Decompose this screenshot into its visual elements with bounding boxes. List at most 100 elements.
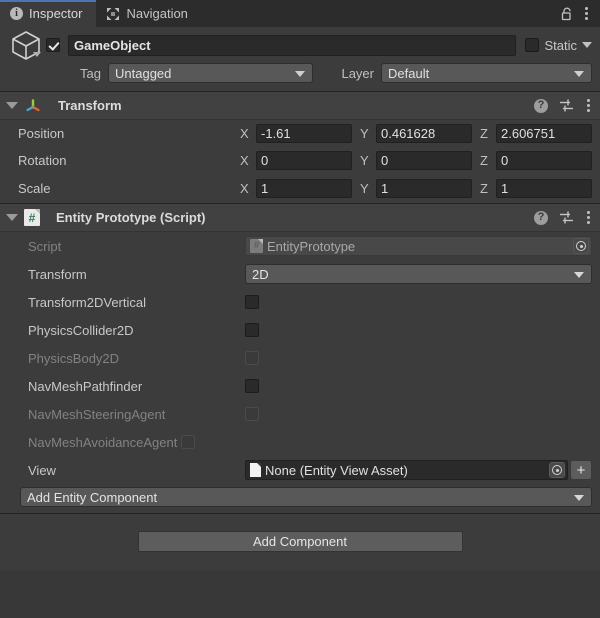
preset-settings-icon[interactable] [559,98,574,113]
axis-label-x: X [240,153,249,168]
rotation-x: X 0 [240,151,360,170]
scale-x: X 1 [240,179,360,198]
chevron-down-icon[interactable] [33,52,41,57]
transform-scale-row: Scale X 1 Y 1 Z 1 [0,174,600,203]
scale-label: Scale [18,181,51,196]
transform-gizmo-icon [24,97,42,115]
gameobject-header: GameObject Static Tag Untagged Layer Def… [0,27,600,92]
script-object-field: # EntityPrototype [245,236,592,256]
help-icon[interactable]: ? [534,210,548,225]
transform-position-row: Position X -1.61 Y 0.461628 Z 2.606751 [0,120,600,147]
tag-value: Untagged [115,65,172,81]
toggle-label: PhysicsBody2D [28,350,120,366]
static-label: Static [544,37,577,53]
toggle-checkbox[interactable] [245,379,259,393]
gameobject-enabled-checkbox[interactable] [46,38,60,52]
rotation-x-input[interactable]: 0 [256,151,352,170]
view-label: View [28,462,56,478]
rotation-y-input[interactable]: 0 [376,151,472,170]
gameobject-name-input[interactable]: GameObject [68,34,517,56]
axis-label-y: Y [360,181,369,196]
navigation-icon [106,7,120,21]
rotation-label: Rotation [18,153,67,168]
toggle-checkbox[interactable] [245,323,259,337]
scale-z: Z 1 [480,179,600,198]
tab-navigation[interactable]: Navigation [96,0,201,27]
kebab-menu-icon[interactable] [585,211,592,224]
tag-dropdown[interactable]: Untagged [108,63,313,83]
view-value: None (Entity View Asset) [265,462,408,478]
add-view-button[interactable]: + [570,460,592,480]
add-entity-component-dropdown[interactable]: Add Entity Component [20,487,592,507]
static-group: Static [525,38,594,53]
cube-icon[interactable] [6,29,46,63]
add-entity-component-row: Add Entity Component [0,484,600,513]
layer-value: Default [388,65,430,81]
foldout-arrow-icon[interactable] [6,214,18,221]
position-label: Position [18,126,65,141]
script-label: Script [28,238,62,254]
toggle-row-physicscollider2d: PhysicsCollider2D [0,316,600,344]
static-checkbox[interactable] [525,38,540,52]
transform-title: Transform [58,98,122,113]
position-y: Y 0.461628 [360,124,480,143]
foldout-arrow-icon[interactable] [6,102,18,109]
cs-script-icon: # [24,209,40,226]
position-z: Z 2.606751 [480,124,600,143]
scale-z-input[interactable]: 1 [496,179,592,198]
toggle-label: PhysicsCollider2D [28,322,134,338]
scale-x-input[interactable]: 1 [256,179,352,198]
axis-label-y: Y [360,153,369,168]
kebab-menu-icon[interactable] [583,7,590,20]
toggle-row-transform2dvertical: Transform2DVertical [0,288,600,316]
chevron-down-icon [574,272,584,278]
tab-bar-spacer [202,0,561,27]
entity-transform-dropdown[interactable]: 2D [245,264,592,284]
tag-layer-row: Tag Untagged Layer Default [6,62,594,84]
cs-script-icon: # [250,239,263,253]
position-z-input[interactable]: 2.606751 [496,124,592,143]
toggle-checkbox [245,407,259,421]
tab-inspector[interactable]: i Inspector [0,0,97,27]
footer: Add Component [0,514,600,571]
view-object-field[interactable]: None (Entity View Asset) [245,460,568,480]
axis-label-z: Z [480,126,488,141]
help-icon[interactable]: ? [534,98,548,113]
transform-rotation-row: Rotation X 0 Y 0 Z 0 [0,147,600,174]
toggle-row-navmeshavoidanceagent: NavMeshAvoidanceAgent [0,428,600,456]
position-x: X -1.61 [240,124,360,143]
static-chevron-down-icon[interactable] [582,42,592,48]
kebab-menu-icon[interactable] [585,99,592,112]
entity-prototype-title: Entity Prototype (Script) [56,210,206,225]
preset-settings-icon[interactable] [559,210,574,225]
axis-label-z: Z [480,153,488,168]
toggle-label: NavMeshAvoidanceAgent [28,434,178,450]
position-x-input[interactable]: -1.61 [256,124,352,143]
rotation-y: Y 0 [360,151,480,170]
layer-dropdown[interactable]: Default [381,63,592,83]
scale-y-input[interactable]: 1 [376,179,472,198]
toggle-label: Transform2DVertical [28,294,146,310]
view-row: View None (Entity View Asset) + [0,456,600,484]
rotation-z: Z 0 [480,151,600,170]
toggle-checkbox[interactable] [245,295,259,309]
toggle-row-physicsbody2d: PhysicsBody2D [0,344,600,372]
object-picker-icon[interactable] [573,238,589,254]
toggle-label: NavMeshPathfinder [28,378,143,394]
axis-label-x: X [240,126,249,141]
add-component-button[interactable]: Add Component [137,531,463,552]
lock-icon[interactable] [561,7,573,21]
entity-prototype-component: # Entity Prototype (Script) ? Script # E… [0,204,600,514]
info-icon: i [10,7,23,20]
axis-label-z: Z [480,181,488,196]
entity-transform-value: 2D [252,266,269,282]
position-y-input[interactable]: 0.461628 [376,124,472,143]
entity-prototype-header[interactable]: # Entity Prototype (Script) ? [0,204,600,232]
gameobject-name-row: GameObject Static [6,31,594,60]
toggle-row-navmeshsteeringagent: NavMeshSteeringAgent [0,400,600,428]
transform-header[interactable]: Transform ? [0,92,600,120]
entity-transform-label: Transform [28,266,87,282]
chevron-down-icon [574,495,584,501]
rotation-z-input[interactable]: 0 [496,151,592,170]
object-picker-icon[interactable] [549,462,565,478]
